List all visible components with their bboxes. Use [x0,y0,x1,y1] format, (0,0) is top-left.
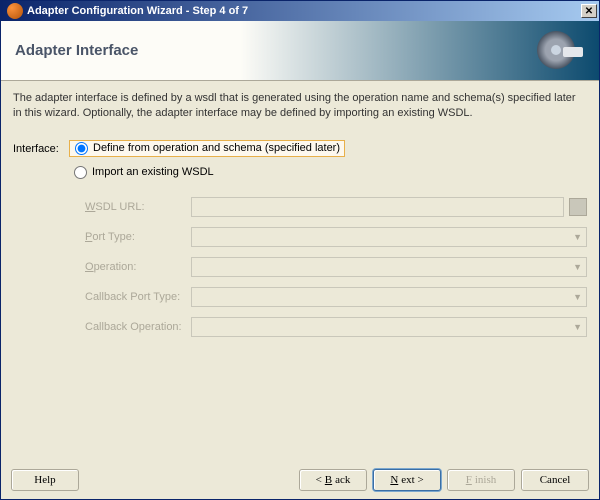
wizard-header: Adapter Interface [1,21,599,81]
wsdl-url-label: WSDL URL: [85,201,191,213]
close-icon[interactable]: ✕ [581,4,597,18]
operation-row: Operation: ▼ [85,257,587,277]
callback-op-row: Callback Operation: ▼ [85,317,587,337]
help-button[interactable]: Help [11,469,79,491]
window-title: Adapter Configuration Wizard - Step 4 of… [27,5,248,17]
operation-label: Operation: [85,261,191,273]
wsdl-url-row: WSDL URL: [85,197,587,217]
window-titlebar: Adapter Configuration Wizard - Step 4 of… [1,1,599,21]
radio-define-from-operation[interactable]: Define from operation and schema (specif… [69,140,345,157]
port-type-select: ▼ [191,227,587,247]
gear-adapter-icon [537,31,579,73]
finish-button: Finish [447,469,515,491]
port-type-label: Port Type: [85,231,191,243]
chevron-down-icon: ▼ [573,322,582,332]
wsdl-url-input [191,197,564,217]
page-title: Adapter Interface [15,42,138,59]
chevron-down-icon: ▼ [573,292,582,302]
back-button[interactable]: < Back [299,469,367,491]
callback-op-label: Callback Operation: [85,321,191,333]
operation-select: ▼ [191,257,587,277]
interface-label: Interface: [13,143,69,155]
chevron-down-icon: ▼ [573,262,582,272]
radio-import-label: Import an existing WSDL [92,166,214,178]
wizard-content: The adapter interface is defined by a ws… [1,81,599,461]
interface-row: Interface: Define from operation and sch… [13,140,587,158]
wsdl-fields: WSDL URL: Port Type: ▼ Operation: ▼ Call… [85,197,587,347]
radio-import-input[interactable] [74,166,87,179]
wizard-window: Adapter Configuration Wizard - Step 4 of… [0,0,600,500]
callback-port-row: Callback Port Type: ▼ [85,287,587,307]
port-type-row: Port Type: ▼ [85,227,587,247]
wizard-footer: Help < Back Next > Finish Cancel [1,461,599,499]
radio-group: Define from operation and schema (specif… [69,140,587,158]
next-button[interactable]: Next > [373,469,441,491]
radio-define-input[interactable] [75,142,88,155]
chevron-down-icon: ▼ [573,232,582,242]
callback-port-select: ▼ [191,287,587,307]
callback-op-select: ▼ [191,317,587,337]
description-text: The adapter interface is defined by a ws… [13,91,587,122]
browse-wsdl-icon [569,198,587,216]
interface-row-2: Import an existing WSDL [13,164,587,181]
app-icon [7,3,23,19]
radio-define-label: Define from operation and schema (specif… [93,142,340,154]
cancel-button[interactable]: Cancel [521,469,589,491]
callback-port-label: Callback Port Type: [85,291,191,303]
radio-import-wsdl[interactable]: Import an existing WSDL [69,164,587,181]
